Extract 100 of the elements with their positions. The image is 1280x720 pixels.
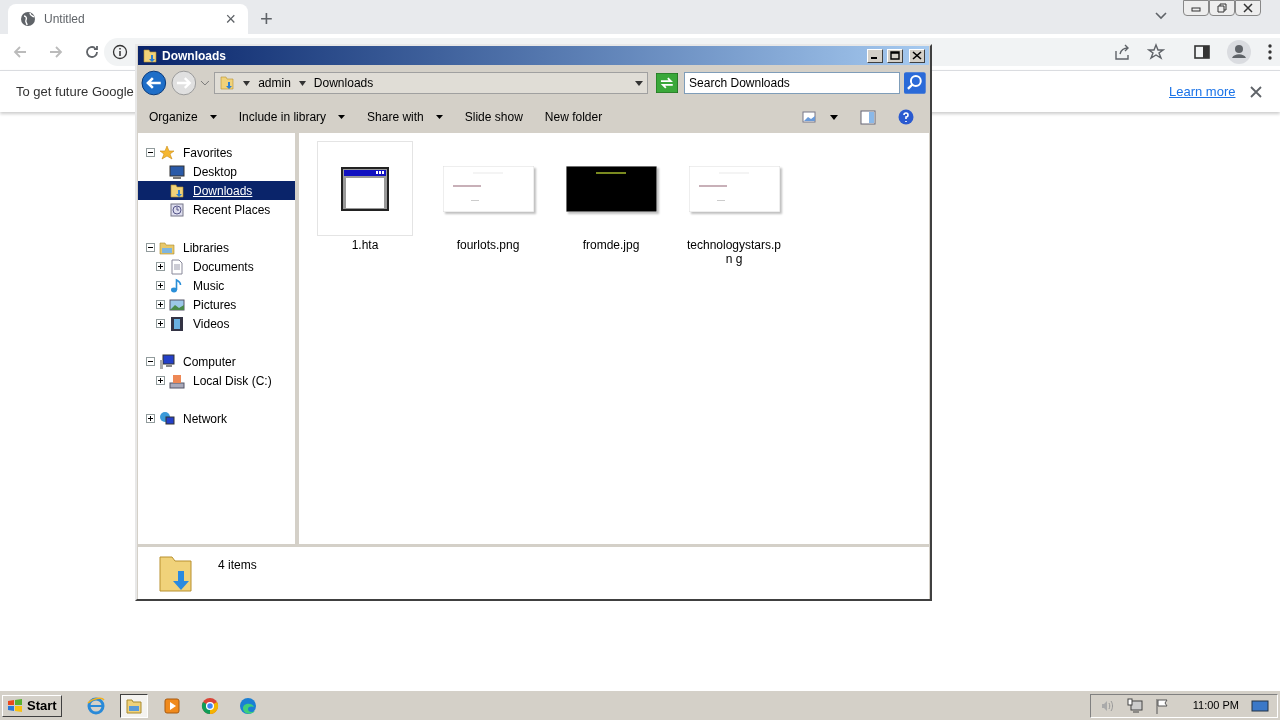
edge-icon [238,696,257,715]
clock[interactable]: 11:00 PM [1192,697,1239,714]
file-name[interactable]: fromde.jpg [563,238,659,252]
close-icon[interactable] [1250,85,1262,98]
preview-pane-icon[interactable] [860,109,876,125]
caret-icon [338,115,346,119]
file-thumbnail[interactable] [317,141,413,236]
folder-icon [142,47,158,64]
item-count: 4 items [218,557,257,574]
history-dropdown-icon[interactable] [200,79,211,87]
drive-icon [169,372,185,389]
file-name[interactable]: 1.hta [317,238,413,252]
toolbar-button[interactable]: Slide show [464,108,523,126]
toolbar-button[interactable]: Share with [367,108,443,126]
help-icon[interactable] [898,109,914,125]
document-icon [169,258,185,275]
film-icon [169,315,185,332]
folder-icon [159,239,175,256]
address-field[interactable]: admin Downloads [214,72,649,94]
close-button[interactable] [1235,0,1261,16]
show-desktop-icon[interactable] [1251,698,1269,713]
file-name[interactable]: fourlots.png [440,238,536,252]
computer-icon [159,353,175,370]
nav-item[interactable]: Network [138,409,295,428]
expand-toggle[interactable] [156,300,165,309]
flag-icon[interactable] [1154,697,1169,714]
caret-icon[interactable] [635,80,644,86]
windows-logo-icon [7,698,23,713]
image-icon [169,296,185,313]
tab-title: Untitled [44,11,86,28]
nav-item[interactable]: Desktop [138,162,295,181]
expand-toggle[interactable] [156,281,165,290]
search-icon[interactable] [904,72,926,94]
nav-item[interactable]: Favorites [138,143,295,162]
nav-item[interactable]: Music [138,276,295,295]
toolbar-button[interactable]: New folder [544,108,603,126]
chrome-icon [200,696,219,715]
network-icon[interactable] [1126,697,1143,714]
star-icon [159,144,175,161]
window-icon [341,166,389,211]
start-button[interactable]: Start [2,694,62,717]
close-tab-button[interactable]: × [225,10,236,28]
toolbar-button[interactable]: Include in library [238,108,346,126]
close-icon [912,51,922,60]
maximize-button[interactable] [887,48,903,63]
reload-icon[interactable] [84,44,100,60]
chevron-down-icon[interactable] [1154,11,1168,21]
search-field[interactable]: Search Downloads [684,72,901,94]
browser-icon [86,696,105,715]
share-icon[interactable] [1113,43,1131,61]
breadcrumb-item[interactable]: admin [258,74,291,92]
file-name[interactable]: technologystars.pn g [686,238,782,266]
clock-icon [169,201,185,218]
monitor-icon [169,163,185,180]
close-icon [1242,3,1254,13]
star-icon[interactable] [1147,43,1165,61]
expand-toggle[interactable] [146,414,155,423]
refresh-icon[interactable] [656,73,679,93]
info-text: To get future Google [16,82,134,101]
globe-icon [20,11,36,27]
caret-icon[interactable] [830,114,838,120]
menu-icon[interactable] [1267,43,1273,61]
folder-icon [158,553,194,593]
nav-item[interactable]: Libraries [138,238,295,257]
folder-icon [124,696,143,715]
view-icon[interactable] [802,111,816,123]
folder-icon [169,182,185,199]
window-title: Downloads [162,47,226,65]
new-tab-button[interactable]: + [260,8,273,30]
nav-item[interactable]: Documents [138,257,295,276]
side-panel-icon[interactable] [1193,43,1211,61]
network-icon [159,410,175,427]
expand-toggle[interactable] [156,376,165,385]
collapse-toggle[interactable] [146,148,155,157]
media-player-icon [162,696,181,715]
caret-icon[interactable] [298,80,306,86]
learn-more-link[interactable]: Learn more [1169,81,1236,102]
caret-icon [435,115,443,119]
caret-icon[interactable] [243,80,251,86]
back-icon[interactable] [141,70,167,96]
caret-icon [209,115,217,119]
collapse-toggle[interactable] [146,243,155,252]
breadcrumb-item[interactable]: Downloads [313,74,374,92]
taskbar-button[interactable] [119,693,148,718]
toolbar-button[interactable]: Organize [149,108,217,126]
expand-toggle[interactable] [156,319,165,328]
expand-toggle[interactable] [156,262,165,271]
restore-button[interactable] [1209,0,1235,16]
maximize-icon [890,51,900,60]
nav-item[interactable]: Pictures [138,295,295,314]
profile-icon[interactable] [1227,40,1251,64]
nav-item[interactable]: Local Disk (C:) [138,371,295,390]
info-icon [112,44,128,60]
collapse-toggle[interactable] [146,357,155,366]
browser-tab[interactable]: Untitled × [8,4,248,34]
nav-item[interactable]: Videos [138,314,295,333]
nav-item[interactable]: Recent Places [138,200,295,219]
restore-icon [1216,3,1228,13]
nav-item[interactable]: Downloads [138,181,295,200]
nav-item[interactable]: Computer [138,352,295,371]
